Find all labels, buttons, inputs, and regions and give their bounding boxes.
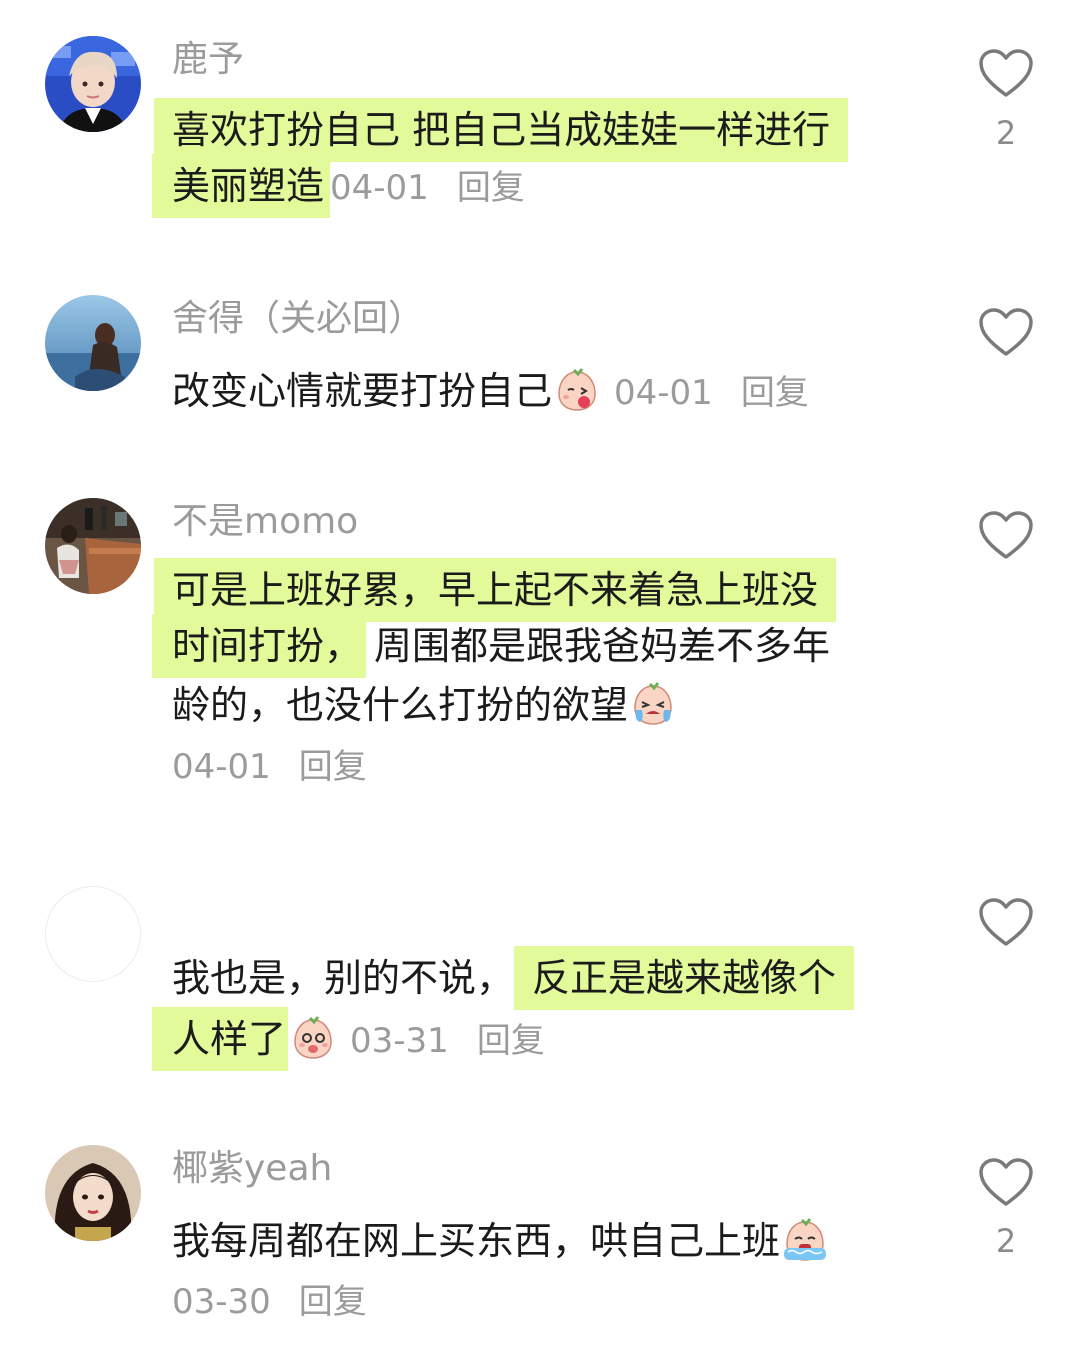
reply-button[interactable]: 回复: [457, 168, 525, 208]
comment-text-line: 我也是，别的不说， 反正是越来越像个: [172, 946, 855, 1010]
comment-text-line: 改变心情就要打扮自己 04-01 回复: [172, 366, 809, 415]
comment-meta: 03-30 回复: [172, 1282, 367, 1323]
highlighted-text: 时间打扮，: [152, 614, 367, 678]
comment-text-line: 时间打扮， 周围都是跟我爸妈差不多年: [152, 614, 831, 678]
username[interactable]: 椰紫yeah: [172, 1147, 332, 1190]
comment-date: 04-01: [614, 373, 713, 413]
reply-button[interactable]: 回复: [299, 1282, 367, 1322]
comment-text-line: 可是上班好累，早上起不来着急上班没: [154, 558, 837, 622]
highlighted-text: 可是上班好累，早上起不来着急上班没: [154, 558, 837, 622]
comment-text: 龄的，也没什么打扮的欲望: [172, 683, 629, 727]
comment-date: 03-30: [172, 1282, 271, 1322]
comment-meta: 04-01 回复: [172, 747, 367, 788]
heart-icon[interactable]: [978, 510, 1034, 562]
comment-text: 改变心情就要打扮自己: [172, 369, 553, 413]
highlighted-text: 人样了: [152, 1007, 289, 1071]
username[interactable]: 不是momo: [172, 500, 358, 543]
peach-sobbing-emoji: [782, 1216, 828, 1262]
comment-date: 04-01: [330, 168, 429, 208]
username[interactable]: 舍得（关必回）: [172, 297, 424, 340]
comment-text-line: 人样了 03-31 回复: [152, 1007, 545, 1071]
comment-text-line: 我每周都在网上买东西，哄自己上班: [172, 1216, 828, 1265]
avatar[interactable]: [45, 1145, 141, 1241]
username[interactable]: 鹿予: [172, 38, 244, 81]
comment-date: 04-01: [172, 747, 271, 787]
reply-button[interactable]: 回复: [477, 1021, 545, 1061]
peach-crying-emoji: [630, 680, 676, 726]
heart-icon[interactable]: [978, 897, 1034, 949]
heart-icon[interactable]: [978, 307, 1034, 359]
heart-icon[interactable]: [978, 48, 1034, 100]
comment-text-line: 喜欢打扮自己 把自己当成娃娃一样进行: [154, 98, 849, 162]
reply-button[interactable]: 回复: [741, 373, 809, 413]
like-count: 2: [995, 114, 1017, 152]
comment-text: 我每周都在网上买东西，哄自己上班: [172, 1219, 781, 1263]
highlighted-text: 反正是越来越像个: [514, 946, 855, 1010]
comment-text: 周围都是跟我爸妈差不多年: [374, 624, 831, 668]
avatar[interactable]: [45, 295, 141, 391]
highlighted-text: 美丽塑造: [152, 154, 331, 218]
heart-icon[interactable]: [978, 1157, 1034, 1209]
avatar[interactable]: [45, 36, 141, 132]
highlighted-text: 喜欢打扮自己 把自己当成娃娃一样进行: [154, 98, 849, 162]
peach-kiss-emoji: [554, 366, 600, 412]
reply-button[interactable]: 回复: [299, 747, 367, 787]
peach-shy-emoji: [290, 1014, 336, 1060]
avatar[interactable]: [45, 498, 141, 594]
comment-text: 我也是，别的不说，: [172, 956, 515, 1000]
comment-text-line: 龄的，也没什么打扮的欲望: [172, 680, 676, 729]
avatar[interactable]: [45, 886, 141, 982]
like-count: 2: [995, 1222, 1017, 1260]
comment-text-line: 美丽塑造 04-01 回复: [152, 154, 525, 218]
comment-date: 03-31: [350, 1021, 449, 1061]
